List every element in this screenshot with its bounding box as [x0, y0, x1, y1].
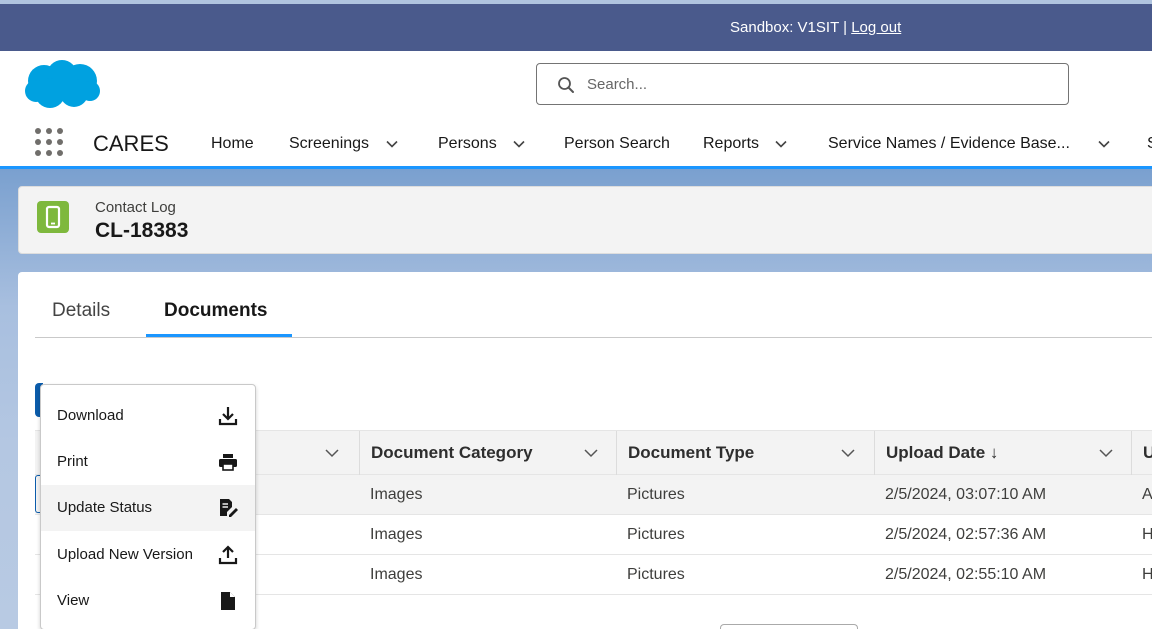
nav-item-persons[interactable]: Persons — [438, 135, 525, 153]
nav-item-label: S — [1147, 135, 1152, 152]
menu-item-download[interactable]: Download — [41, 393, 255, 439]
chevron-down-icon[interactable] — [1099, 447, 1113, 459]
tab-documents[interactable]: Documents — [164, 300, 267, 322]
cell-document-type: Pictures — [627, 526, 685, 543]
document-icon — [221, 592, 235, 610]
nav-item-label: Home — [211, 135, 254, 152]
search-input[interactable] — [587, 73, 1047, 95]
column-header-upload-date[interactable]: Upload Date ↓ — [874, 431, 1131, 476]
footer-button[interactable] — [720, 624, 858, 629]
nav-item-service-names[interactable]: Service Names / Evidence Base... — [828, 135, 1110, 153]
nav-item-label: Service Names / Evidence Base... — [828, 135, 1070, 152]
cell-upload-date: 2/5/2024, 03:07:10 AM — [885, 486, 1047, 503]
menu-item-label: Print — [57, 453, 88, 470]
app-name: CARES — [93, 131, 169, 156]
chevron-down-icon[interactable] — [1098, 138, 1110, 150]
nav-item-reports[interactable]: Reports — [703, 135, 788, 153]
cell-document-category: Images — [370, 486, 423, 503]
cell-overflow: H — [1142, 526, 1152, 543]
app-launcher-icon[interactable] — [34, 127, 64, 157]
menu-item-label: Download — [57, 407, 124, 424]
cell-upload-date: 2/5/2024, 02:55:10 AM — [885, 566, 1047, 583]
row-actions-menu: Download Print Update Status Upload New … — [40, 384, 256, 629]
cell-upload-date: 2/5/2024, 02:57:36 AM — [885, 526, 1047, 543]
column-header-overflow[interactable]: U — [1131, 431, 1152, 476]
nav-item-label: Person Search — [564, 135, 670, 152]
nav-item-label: Reports — [703, 135, 760, 152]
sandbox-label: Sandbox: V1SIT | — [730, 19, 852, 36]
cell-overflow: A — [1142, 486, 1152, 503]
record-type-label: Contact Log — [95, 199, 176, 216]
nav-item-overflow[interactable]: S — [1147, 135, 1152, 153]
tab-details[interactable]: Details — [52, 300, 110, 322]
cell-document-type: Pictures — [627, 566, 685, 583]
menu-item-print[interactable]: Print — [41, 439, 255, 485]
column-header-label: U — [1143, 443, 1152, 462]
menu-item-label: View — [57, 592, 90, 609]
print-icon — [219, 454, 237, 471]
edit-document-icon — [220, 499, 238, 517]
nav-item-home[interactable]: Home — [211, 135, 254, 153]
column-header-label: Document Type — [628, 443, 755, 462]
column-header-label: Upload Date ↓ — [886, 443, 999, 462]
chevron-down-icon[interactable] — [385, 138, 398, 150]
salesforce-cloud-icon[interactable] — [22, 57, 102, 113]
nav-item-label: Persons — [438, 135, 497, 152]
chevron-down-icon[interactable] — [513, 138, 525, 150]
nav-bar: CARES Home Screenings Persons Person Sea… — [0, 123, 1152, 165]
cell-document-type: Pictures — [627, 486, 685, 503]
upload-icon — [218, 545, 238, 565]
menu-item-label: Update Status — [57, 499, 153, 516]
cell-document-category: Images — [370, 526, 423, 543]
tablet-icon — [37, 201, 69, 233]
column-header-document-category[interactable]: Document Category — [359, 431, 616, 476]
chevron-down-icon[interactable] — [775, 138, 788, 150]
chevron-down-icon[interactable] — [841, 447, 855, 459]
menu-item-upload-new-version[interactable]: Upload New Version — [41, 532, 255, 578]
download-icon — [218, 407, 238, 426]
menu-item-update-status[interactable]: Update Status — [41, 485, 255, 531]
search-icon — [558, 77, 574, 93]
nav-item-screenings[interactable]: Screenings — [289, 135, 398, 153]
record-title: CL-18383 — [95, 219, 189, 242]
chevron-down-icon[interactable] — [325, 447, 339, 459]
sandbox-text: Sandbox: V1SIT | Log out — [730, 19, 901, 36]
global-search[interactable] — [536, 63, 1069, 105]
sandbox-bar: Sandbox: V1SIT | Log out — [0, 4, 1152, 51]
column-header-document-type[interactable]: Document Type — [616, 431, 874, 476]
menu-item-view[interactable]: View — [41, 578, 255, 624]
logout-link[interactable]: Log out — [851, 19, 901, 36]
column-header-label: Document Category — [371, 443, 533, 462]
tabs-divider — [35, 337, 1152, 338]
menu-item-label: Upload New Version — [57, 546, 193, 563]
cell-document-category: Images — [370, 566, 423, 583]
global-header: CARES Home Screenings Persons Person Sea… — [0, 51, 1152, 170]
nav-item-label: Screenings — [289, 135, 370, 152]
chevron-down-icon[interactable] — [584, 447, 598, 459]
nav-item-person-search[interactable]: Person Search — [564, 135, 670, 153]
record-header: Contact Log CL-18383 — [18, 186, 1152, 254]
cell-overflow: H — [1142, 566, 1152, 583]
